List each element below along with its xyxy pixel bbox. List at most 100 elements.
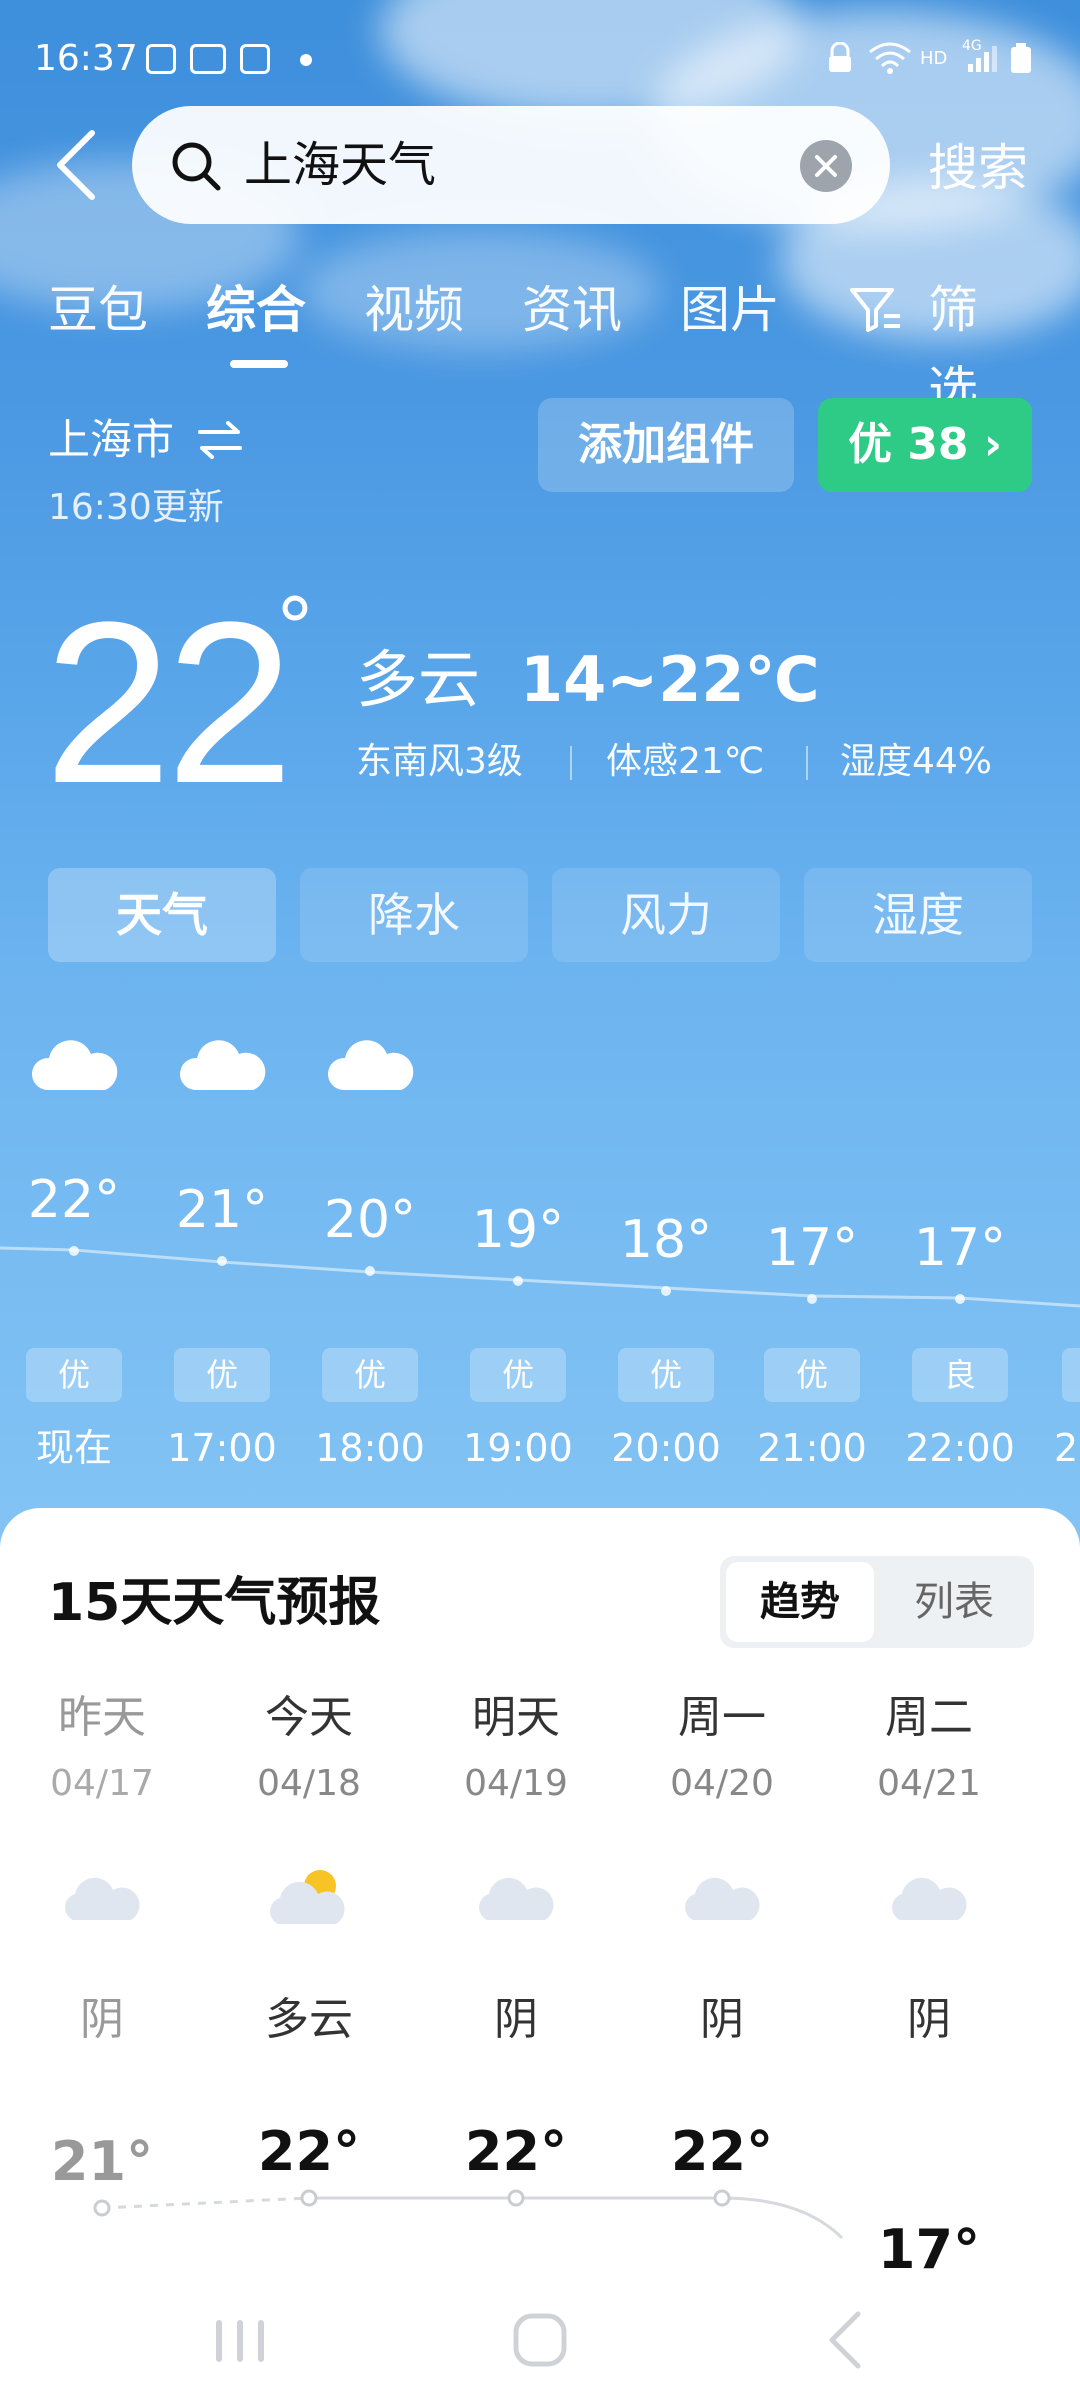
tab-doubao[interactable]: 豆包 bbox=[48, 270, 148, 350]
hour-temperature: 20° bbox=[323, 1190, 417, 1250]
metric-tab-weather[interactable]: 天气 bbox=[48, 868, 276, 962]
aqi-tag: 良 bbox=[912, 1348, 1008, 1402]
day-condition: 多云 bbox=[265, 1994, 353, 2045]
metric-tab-humidity[interactable]: 湿度 bbox=[804, 868, 1032, 962]
metric-tab-wind[interactable]: 风力 bbox=[552, 868, 780, 962]
cloud-icon bbox=[31, 1040, 118, 1090]
forecast-day[interactable]: 昨天 04/17 阴 bbox=[17, 1688, 187, 2050]
feels-like: 体感21℃ bbox=[606, 741, 765, 782]
forecast-day[interactable]: 周一 04/20 阴 bbox=[637, 1688, 807, 2050]
more-notifications-icon bbox=[300, 54, 312, 66]
back-nav-button[interactable] bbox=[820, 2300, 870, 2380]
hourly-forecast[interactable]: 22° 优现在 21° 优 17:00 20° 优 18:00 19° 优 19:00 18° 优 20:… bbox=[0, 1000, 1080, 1500]
aqi-tag: 优 bbox=[618, 1348, 714, 1402]
forecast-day[interactable]: 明天 04/19 阴 bbox=[431, 1688, 601, 2050]
day-name: 明天 bbox=[472, 1692, 560, 1743]
tab-images[interactable]: 图片 bbox=[680, 270, 780, 350]
city-name[interactable]: 上海市 bbox=[48, 412, 174, 468]
hour-temperature: 22° bbox=[27, 1170, 121, 1230]
hour-label: 18:00 bbox=[315, 1426, 425, 1470]
vpn-icon bbox=[829, 42, 851, 72]
notification-icon bbox=[146, 44, 176, 74]
day-high-temperature: 22° bbox=[670, 2120, 774, 2183]
trend-dot bbox=[955, 1294, 965, 1304]
network-type: HD bbox=[920, 48, 948, 69]
hour-label: 2 bbox=[1054, 1426, 1079, 1470]
day-name: 今天 bbox=[265, 1692, 353, 1743]
search-icon bbox=[172, 142, 221, 191]
temperature-range: 14~22℃ bbox=[520, 643, 820, 716]
overcast-icon bbox=[479, 1877, 554, 1920]
hour-label: 17:00 bbox=[167, 1426, 277, 1470]
status-bar: 16:37 HD 4G bbox=[0, 0, 1080, 120]
trend-dot bbox=[661, 1286, 671, 1296]
trend-line bbox=[309, 2196, 844, 2240]
view-toggle: 趋势 列表 bbox=[720, 1556, 1034, 1648]
day-condition: 阴 bbox=[494, 1994, 538, 2045]
forecast-day[interactable]: 今天 04/18 多云 bbox=[224, 1688, 394, 2050]
trend-dot bbox=[300, 2189, 318, 2207]
hour-temperature: 19° bbox=[471, 1200, 565, 1260]
trend-dot bbox=[69, 1246, 79, 1256]
search-button[interactable]: 搜索 bbox=[928, 138, 1028, 198]
moon-icon bbox=[637, 1038, 689, 1097]
clear-search-button[interactable] bbox=[800, 140, 852, 192]
day-date: 04/21 bbox=[877, 1763, 981, 1804]
swap-city-icon[interactable] bbox=[196, 420, 244, 460]
aqi-tag: 优 bbox=[174, 1348, 270, 1402]
degree-symbol: ° bbox=[275, 581, 315, 674]
voicemail-icon bbox=[190, 44, 226, 74]
current-temperature: 22 bbox=[44, 574, 294, 831]
metric-tab-precipitation[interactable]: 降水 bbox=[300, 868, 528, 962]
back-button[interactable] bbox=[46, 125, 106, 205]
forecast-card: 15天天气预报 趋势 列表 昨天 04/17 阴今天 04/18 多云 明天 04/19 阴周… bbox=[0, 1508, 1080, 2400]
day-high-temperature: 17° bbox=[877, 2218, 981, 2281]
add-widget-button[interactable]: 添加组件 bbox=[538, 398, 794, 492]
wind-info: 东南风3级 bbox=[356, 741, 523, 782]
divider bbox=[570, 746, 572, 780]
day-condition: 阴 bbox=[907, 1994, 951, 2045]
trend-dot bbox=[713, 2189, 731, 2207]
day-date: 04/17 bbox=[50, 1763, 154, 1804]
hour-temperature: 18° bbox=[619, 1210, 713, 1270]
humidity: 湿度44% bbox=[840, 741, 993, 782]
trend-dot bbox=[807, 1294, 817, 1304]
trend-view-button[interactable]: 趋势 bbox=[726, 1562, 874, 1642]
trend-dot bbox=[217, 1256, 227, 1266]
day-high-temperature: 22° bbox=[257, 2120, 361, 2183]
hour-label: 21:00 bbox=[757, 1426, 867, 1470]
wifi-icon bbox=[869, 42, 911, 74]
day-high-temperature: 21° bbox=[50, 2130, 154, 2193]
hour-label: 20:00 bbox=[611, 1426, 721, 1470]
day-condition: 阴 bbox=[80, 1994, 124, 2045]
moon-icon bbox=[489, 1038, 541, 1097]
overcast-icon bbox=[65, 1877, 140, 1920]
recent-apps-button[interactable] bbox=[210, 2300, 270, 2380]
signal-icon bbox=[968, 46, 997, 72]
aqi-tag: 优 bbox=[764, 1348, 860, 1402]
forecast-day[interactable]: 周二 04/21 阴 bbox=[844, 1688, 1014, 2050]
hour-label: 22:00 bbox=[905, 1426, 1015, 1470]
navigation-bar bbox=[0, 2280, 1080, 2400]
aqi-tag: 优 bbox=[470, 1348, 566, 1402]
update-time: 16:30更新 bbox=[48, 487, 224, 528]
forecast-title: 15天天气预报 bbox=[48, 1573, 381, 1633]
home-button[interactable] bbox=[510, 2300, 570, 2380]
tab-all[interactable]: 综合 bbox=[206, 270, 306, 350]
tab-news[interactable]: 资讯 bbox=[522, 270, 622, 350]
aqi-tag: 优 bbox=[26, 1348, 122, 1402]
cloud-icon bbox=[327, 1040, 414, 1090]
trend-dot bbox=[365, 1266, 375, 1276]
day-name: 周二 bbox=[885, 1692, 973, 1743]
list-view-button[interactable]: 列表 bbox=[880, 1562, 1028, 1642]
tab-video[interactable]: 视频 bbox=[364, 270, 464, 350]
search-tabs: 豆包 综合 视频 资讯 图片 筛选 bbox=[0, 270, 1080, 419]
current-condition: 多云 bbox=[356, 643, 481, 716]
trend-line-past bbox=[101, 2196, 310, 2210]
day-date: 04/20 bbox=[670, 1763, 774, 1804]
day-name: 昨天 bbox=[58, 1692, 146, 1743]
search-input[interactable]: 上海天气 bbox=[244, 134, 436, 196]
filter-icon bbox=[850, 288, 900, 332]
search-box[interactable]: 上海天气 bbox=[132, 106, 890, 224]
aqi-badge-button[interactable]: 优 38 › bbox=[818, 398, 1032, 492]
